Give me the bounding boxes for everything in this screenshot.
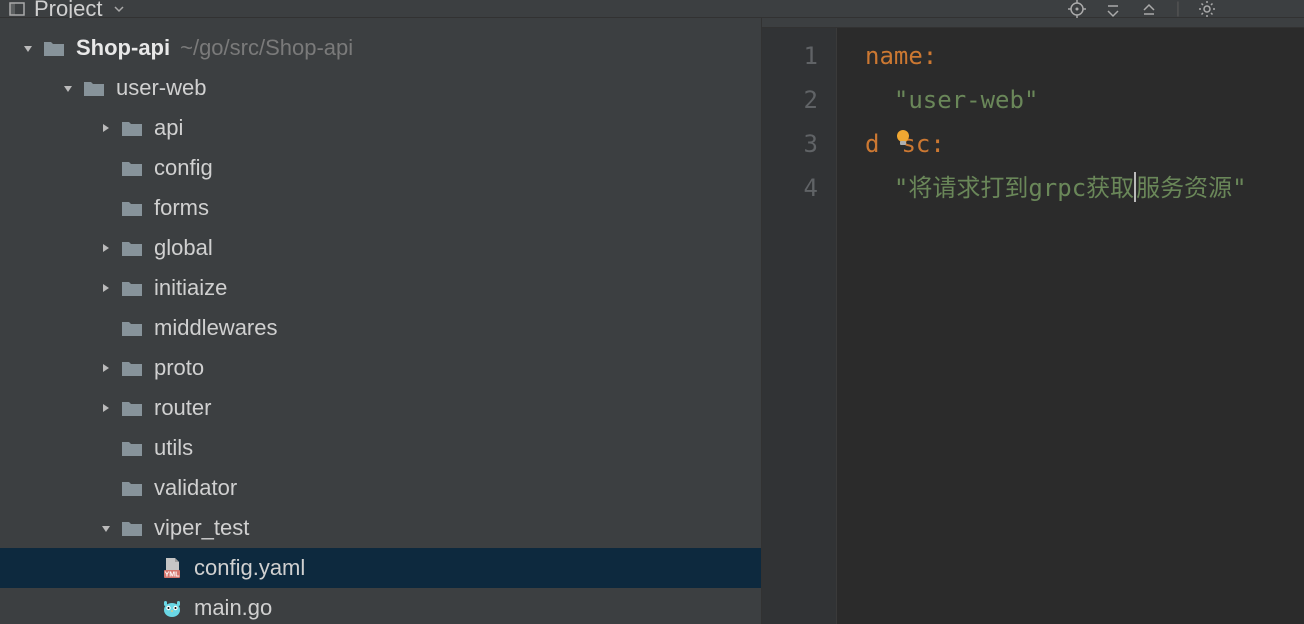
tree-root[interactable]: Shop-api ~/go/src/Shop-api bbox=[0, 28, 761, 68]
chevron-down-icon[interactable] bbox=[62, 82, 74, 94]
intention-bulb-icon[interactable] bbox=[893, 128, 913, 148]
project-toolbar: Project | bbox=[0, 0, 1304, 18]
yaml-string: "user-web" bbox=[894, 86, 1039, 114]
folder-icon bbox=[120, 196, 144, 220]
tree-path-hint: ~/go/src/Shop-api bbox=[180, 35, 353, 61]
folder-icon bbox=[120, 476, 144, 500]
tree-node-global[interactable]: global bbox=[0, 228, 761, 268]
tree-node-forms[interactable]: forms bbox=[0, 188, 761, 228]
folder-icon bbox=[120, 156, 144, 180]
folder-icon bbox=[82, 76, 106, 100]
chevron-down-icon[interactable] bbox=[22, 42, 34, 54]
tree-file-main-go[interactable]: main.go bbox=[0, 588, 761, 624]
tree-item-label: user-web bbox=[116, 75, 206, 101]
tree-item-label: viper_test bbox=[154, 515, 249, 541]
tree-node-config[interactable]: config bbox=[0, 148, 761, 188]
tree-node-router[interactable]: router bbox=[0, 388, 761, 428]
folder-icon bbox=[120, 436, 144, 460]
folder-icon bbox=[120, 116, 144, 140]
tree-item-label: utils bbox=[154, 435, 193, 461]
tree-item-label: api bbox=[154, 115, 183, 141]
tree-node-validator[interactable]: validator bbox=[0, 468, 761, 508]
yaml-string: "将请求打到grpc获取 bbox=[894, 174, 1134, 202]
line-number: 1 bbox=[762, 34, 818, 78]
tree-node-api[interactable]: api bbox=[0, 108, 761, 148]
yaml-file-icon: YML bbox=[160, 556, 184, 580]
tree-node-utils[interactable]: utils bbox=[0, 428, 761, 468]
line-number: 2 bbox=[762, 78, 818, 122]
tree-item-label: middlewares bbox=[154, 315, 278, 341]
tree-node-initiaize[interactable]: initiaize bbox=[0, 268, 761, 308]
chevron-right-icon[interactable] bbox=[100, 362, 112, 374]
svg-text:YML: YML bbox=[165, 572, 181, 579]
tree-item-label: main.go bbox=[194, 595, 272, 621]
chevron-right-icon[interactable] bbox=[100, 282, 112, 294]
editor-area: 1 2 3 4 name: "user-web" dsc: "将请求打到grpc… bbox=[762, 18, 1304, 624]
locate-icon[interactable] bbox=[1068, 0, 1086, 18]
chevron-right-icon[interactable] bbox=[100, 402, 112, 414]
tree-node-user-web[interactable]: user-web bbox=[0, 68, 761, 108]
tree-node-viper-test[interactable]: viper_test bbox=[0, 508, 761, 548]
editor-tabbar[interactable] bbox=[762, 18, 1304, 28]
project-tree-panel[interactable]: Shop-api ~/go/src/Shop-api user-web api … bbox=[0, 18, 762, 624]
go-file-icon bbox=[160, 596, 184, 620]
tree-item-label: config.yaml bbox=[194, 555, 305, 581]
tree-item-label: initiaize bbox=[154, 275, 227, 301]
chevron-down-icon[interactable] bbox=[100, 522, 112, 534]
tree-item-label: global bbox=[154, 235, 213, 261]
folder-icon bbox=[120, 396, 144, 420]
tree-item-label: config bbox=[154, 155, 213, 181]
tree-item-label: Shop-api bbox=[76, 35, 170, 61]
yaml-string: 服务资源" bbox=[1136, 174, 1246, 202]
gear-icon[interactable] bbox=[1198, 0, 1216, 18]
tree-item-label: proto bbox=[154, 355, 204, 381]
chevron-right-icon[interactable] bbox=[100, 242, 112, 254]
yaml-key: name bbox=[865, 42, 923, 70]
tree-node-proto[interactable]: proto bbox=[0, 348, 761, 388]
folder-icon bbox=[120, 276, 144, 300]
tree-item-label: forms bbox=[154, 195, 209, 221]
tree-node-middlewares[interactable]: middlewares bbox=[0, 308, 761, 348]
project-pane-icon bbox=[8, 0, 26, 18]
chevron-down-icon[interactable] bbox=[110, 0, 128, 18]
folder-icon bbox=[42, 36, 66, 60]
yaml-key: d bbox=[865, 130, 879, 158]
folder-icon bbox=[120, 516, 144, 540]
line-number: 4 bbox=[762, 166, 818, 210]
expand-all-icon[interactable] bbox=[1104, 0, 1122, 18]
tree-item-label: validator bbox=[154, 475, 237, 501]
folder-icon bbox=[120, 356, 144, 380]
collapse-all-icon[interactable] bbox=[1140, 0, 1158, 18]
chevron-right-icon[interactable] bbox=[100, 122, 112, 134]
folder-icon bbox=[120, 236, 144, 260]
folder-icon bbox=[120, 316, 144, 340]
code-editor[interactable]: name: "user-web" dsc: "将请求打到grpc获取服务资源" bbox=[837, 28, 1304, 624]
editor-gutter: 1 2 3 4 bbox=[762, 28, 837, 624]
tree-file-config-yaml[interactable]: YML config.yaml bbox=[0, 548, 761, 588]
tree-item-label: router bbox=[154, 395, 211, 421]
line-number: 3 bbox=[762, 122, 818, 166]
